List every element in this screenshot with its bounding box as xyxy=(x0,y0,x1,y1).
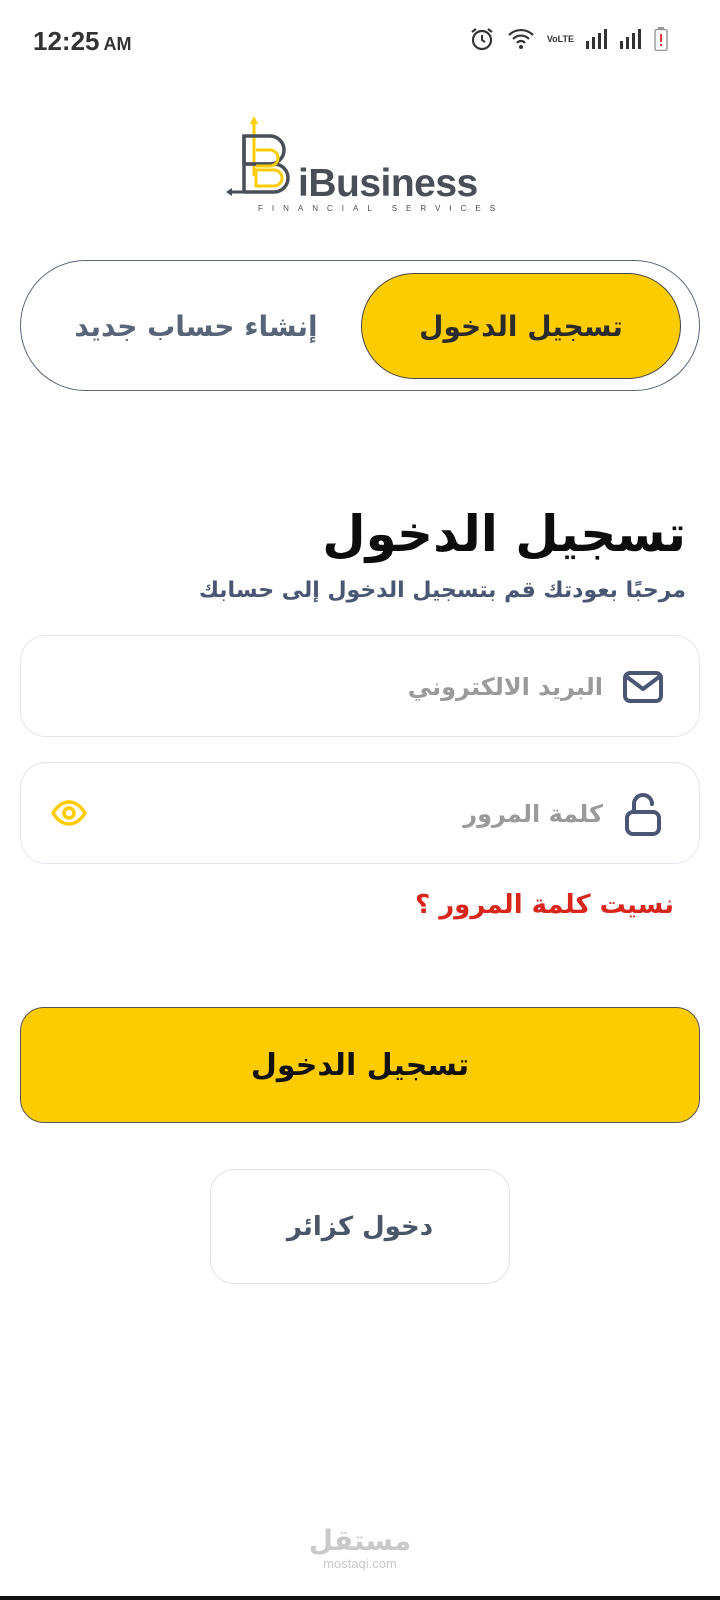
tab-register[interactable]: إنشاء حساب جديد xyxy=(31,273,361,379)
guest-login-button[interactable]: دخول كزائر xyxy=(210,1169,510,1284)
password-input[interactable] xyxy=(143,787,603,841)
battery-low-icon xyxy=(654,27,668,51)
logo-mark xyxy=(226,116,290,196)
tab-login[interactable]: تسجيل الدخول xyxy=(361,273,681,379)
password-field[interactable] xyxy=(20,762,700,864)
watermark-latin: mostaqi.com xyxy=(323,1556,397,1571)
email-input[interactable] xyxy=(143,660,603,714)
logo-wordmark: iBusiness xyxy=(298,162,478,205)
page-subtitle: مرحبًا بعودتك قم بتسجيل الدخول إلى حسابك xyxy=(198,578,686,603)
login-button[interactable]: تسجيل الدخول xyxy=(20,1007,700,1123)
page-title: تسجيل الدخول xyxy=(322,505,686,563)
unlock-icon xyxy=(621,792,665,836)
alarm-icon xyxy=(469,26,495,52)
volte-icon: Vo LTE xyxy=(546,34,574,44)
signal-icon xyxy=(620,29,642,49)
email-field[interactable] xyxy=(20,635,700,737)
status-time: 12:25 AM xyxy=(33,26,132,56)
watermark: مستقل mostaqi.com xyxy=(0,1525,720,1571)
app-logo: iBusiness FINANCIAL SERVICES xyxy=(226,114,496,214)
forgot-password-link[interactable]: نسيت كلمة المرور ؟ xyxy=(415,890,674,920)
bottom-divider xyxy=(0,1596,720,1600)
auth-tabs: إنشاء حساب جديد تسجيل الدخول xyxy=(20,260,700,391)
status-icons: Vo LTE xyxy=(469,26,668,52)
status-bar: 12:25 AM Vo LTE xyxy=(0,0,720,84)
watermark-arabic: مستقل xyxy=(308,1524,412,1557)
mail-icon xyxy=(621,665,665,709)
logo-tagline: FINANCIAL SERVICES xyxy=(258,204,505,213)
signal-icon xyxy=(586,29,608,49)
eye-icon[interactable] xyxy=(51,798,87,828)
wifi-icon xyxy=(507,27,535,51)
